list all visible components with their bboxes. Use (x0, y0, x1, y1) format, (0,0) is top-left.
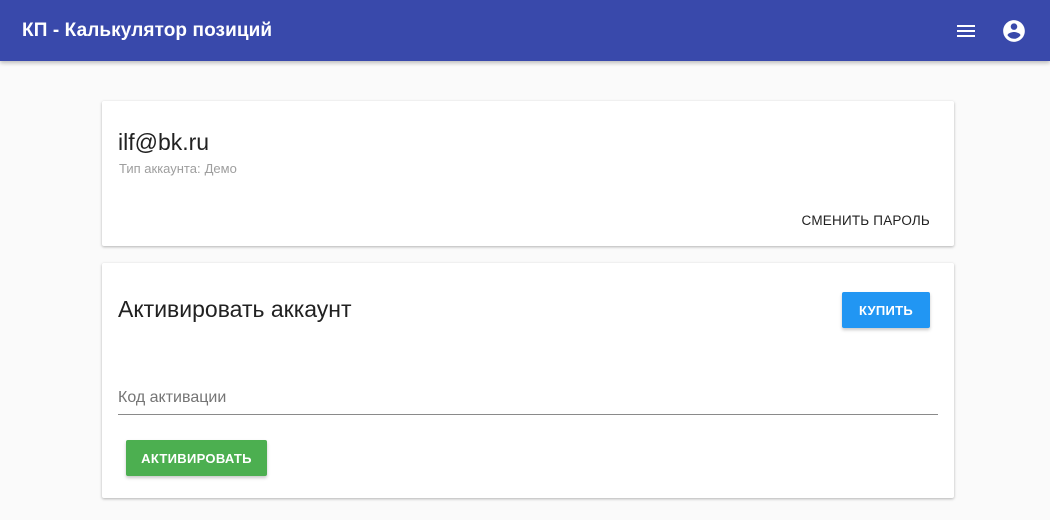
menu-button[interactable] (950, 15, 982, 47)
buy-button[interactable]: КУПИТЬ (842, 292, 930, 328)
menu-icon (957, 24, 975, 37)
app-bar-actions (950, 15, 1030, 47)
account-type-label: Тип аккаунта: (119, 161, 201, 176)
account-button[interactable] (998, 15, 1030, 47)
account-card: ilf@bk.ru Тип аккаунта: Демо СМЕНИТЬ ПАРО… (102, 101, 954, 246)
activation-card: Активировать аккаунт КУПИТЬ Код активаци… (102, 263, 954, 498)
account-email: ilf@bk.ru (118, 129, 210, 155)
app-bar: КП - Калькулятор позиций (0, 0, 1050, 61)
account-type-value: Демо (204, 161, 237, 176)
app-title: КП - Калькулятор позиций (22, 19, 273, 41)
change-password-button[interactable]: СМЕНИТЬ ПАРОЛЬ (794, 207, 938, 233)
activate-button[interactable]: АКТИВИРОВАТЬ (126, 440, 267, 476)
activation-code-field[interactable]: Код активации (118, 381, 938, 415)
account-circle-icon (1003, 19, 1025, 42)
activation-title: Активировать аккаунт (118, 296, 352, 322)
activation-code-placeholder: Код активации (118, 389, 227, 406)
account-type: Тип аккаунта: Демо (119, 161, 237, 176)
